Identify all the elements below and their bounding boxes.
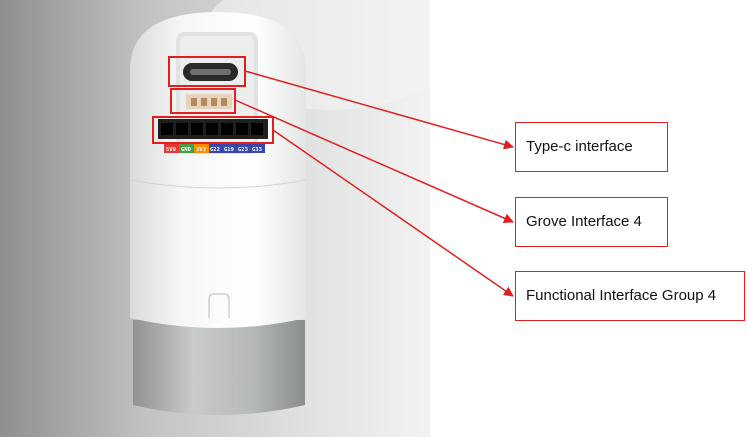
- callout-label: Type-c interface: [526, 138, 633, 155]
- callout-grove-interface: Grove Interface 4: [515, 197, 668, 247]
- callout-label: Grove Interface 4: [526, 213, 642, 230]
- callout-type-c-interface: Type-c interface: [515, 122, 668, 172]
- pin-label-g19: G19: [224, 147, 234, 153]
- pin-label-5v0: 5V0: [166, 147, 176, 153]
- pin-label-g23: G23: [238, 147, 248, 153]
- device-photo: 5V0 GND 3V3 G22 G19 G23 G33: [0, 0, 430, 437]
- callout-functional-interface-group: Functional Interface Group 4: [515, 271, 745, 321]
- bottom-cap: [133, 320, 305, 415]
- pin-label-gnd: GND: [181, 147, 192, 153]
- pin-label-3v3: 3V3: [196, 147, 206, 153]
- callout-label: Functional Interface Group 4: [526, 287, 717, 304]
- pin-label-g33: G33: [252, 147, 262, 153]
- pin-label-g22: G22: [210, 147, 220, 153]
